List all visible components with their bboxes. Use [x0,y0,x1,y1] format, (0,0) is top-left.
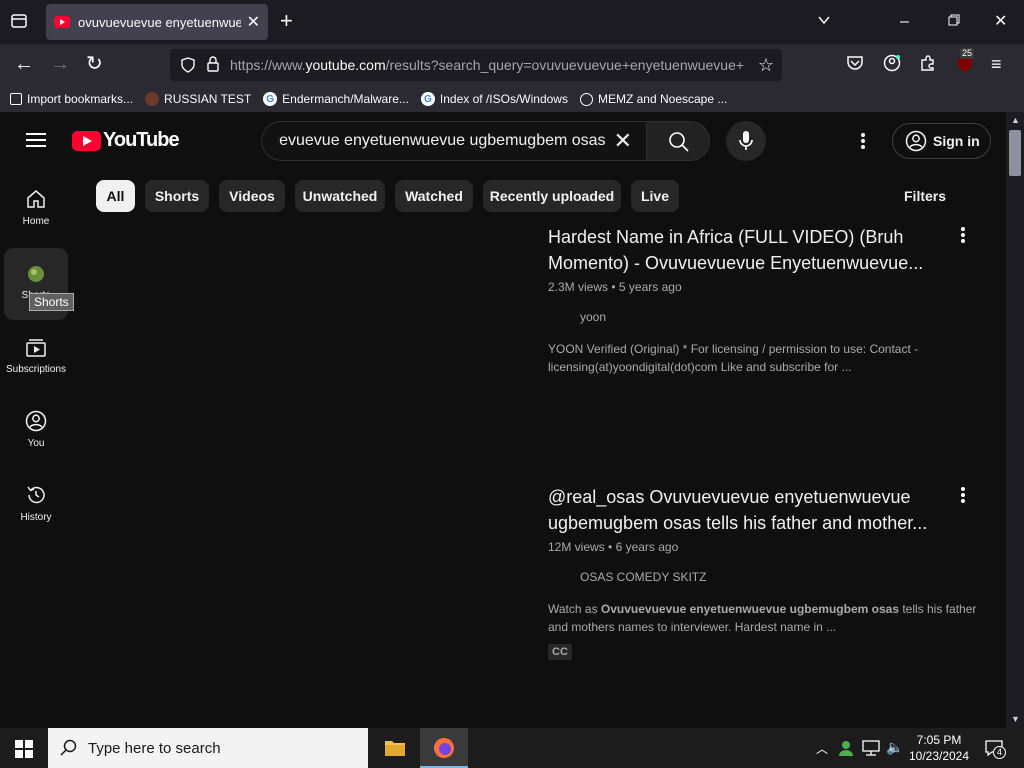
history-icon [27,486,45,504]
scroll-down-arrow-icon[interactable]: ▼ [1011,714,1020,724]
channel-name[interactable]: yoon [548,310,948,324]
youtube-play-icon [72,130,101,151]
taskbar-clock[interactable]: 7:05 PM 10/23/2024 [900,732,978,764]
maximize-icon[interactable] [948,12,960,32]
chip-recently-uploaded[interactable]: Recently uploaded [483,180,621,212]
shorts-icon [28,266,44,282]
video-description: YOON Verified (Original) * For licensing… [548,342,919,374]
firefox-taskbar-button[interactable] [420,728,468,768]
filters-button[interactable]: Filters [904,188,946,204]
chip-watched[interactable]: Watched [395,180,473,212]
youtube-logo[interactable]: YouTube [72,129,180,152]
chip-shorts[interactable]: Shorts [145,180,209,212]
reload-icon[interactable]: ↻ [86,54,103,74]
sidebar-item-you[interactable]: You [4,396,68,468]
hamburger-menu-icon[interactable]: ≡ [991,54,1002,74]
google-icon: G [263,92,278,106]
search-input[interactable]: ovuvuevuevue enyetuenwuevue ugbemugbem o… [261,121,646,161]
voice-search-button[interactable] [726,121,766,161]
user-tray-icon[interactable] [838,739,854,762]
notification-count: 4 [993,746,1006,759]
guide-menu-icon[interactable] [26,132,46,153]
chip-live[interactable]: Live [631,180,679,212]
ublock-extension-icon[interactable]: 25 [955,48,975,80]
address-bar[interactable]: https://www.youtube.com/results?search_q… [170,49,782,81]
firefox-icon [434,738,454,758]
shield-icon[interactable] [180,57,196,76]
browser-tab-bar: ovuvuevuevue enyetuenwuevue ✕ + – ✕ [0,0,1024,44]
clear-search-icon[interactable]: ✕ [614,128,632,154]
more-actions-icon[interactable] [960,226,966,246]
extension-badge: 25 [960,48,975,59]
close-tab-icon[interactable]: ✕ [247,12,260,32]
chevron-down-icon[interactable] [816,12,832,34]
extensions-icon[interactable] [919,54,937,78]
settings-more-icon[interactable] [860,132,866,155]
account-circle-icon [905,130,927,152]
globe-icon [579,92,593,106]
account-icon[interactable] [883,54,901,78]
sign-in-button[interactable]: Sign in [892,123,991,159]
url-text: https://www.youtube.com/results?search_q… [230,57,745,73]
search-icon [60,739,77,756]
video-title[interactable]: @real_osas Ovuvuevuevue enyetuenwuevue u… [548,484,948,536]
network-icon[interactable] [862,740,880,761]
lock-icon[interactable] [206,56,220,75]
sidebar-item-subscriptions[interactable]: Subscriptions [4,322,68,394]
search-icon [669,132,689,152]
taskbar-search-box[interactable]: Type here to search [48,728,368,768]
pocket-icon[interactable] [846,54,864,78]
video-meta: 2.3M views • 5 years ago [548,280,682,294]
file-explorer-icon[interactable] [384,738,406,763]
channel-name[interactable]: OSAS COMEDY SKITZ [548,570,948,584]
bookmarks-bar: Import bookmarks... RUSSIAN TEST G Ender… [0,86,1024,112]
cc-badge: CC [548,644,572,660]
browser-navigation-bar: ← → ↻ https://www.youtube.com/results?se… [0,44,1024,86]
video-result[interactable]: Hardest Name in Africa (FULL VIDEO) (Bru… [548,224,948,376]
forward-icon[interactable]: → [50,54,70,74]
bookmark-import[interactable]: Import bookmarks... [10,92,133,106]
google-icon: G [420,92,435,106]
chip-videos[interactable]: Videos [219,180,285,212]
sidebar-item-home[interactable]: Home [4,174,68,246]
tooltip: Shorts [29,293,74,311]
windows-start-icon[interactable] [15,740,33,763]
bookmark-memz[interactable]: MEMZ and Noescape ... [579,92,727,106]
russian-test-icon [145,92,160,106]
youtube-page: YouTube ovuvuevuevue enyetuenwuevue ugbe… [0,112,1006,728]
tab-title: ovuvuevuevue enyetuenwuevue [78,14,241,30]
bookmark-endermanch[interactable]: G Endermanch/Malware... [263,92,409,106]
subscriptions-icon [26,339,46,357]
microphone-icon [739,131,753,150]
more-actions-icon[interactable] [960,486,966,506]
you-icon [25,410,47,432]
minimize-icon[interactable]: – [900,12,909,32]
chip-unwatched[interactable]: Unwatched [295,180,385,212]
import-icon [10,93,22,105]
scroll-up-arrow-icon[interactable]: ▲ [1011,115,1020,125]
youtube-favicon-icon [54,16,70,28]
tab-youtube-search[interactable]: ovuvuevuevue enyetuenwuevue ✕ [46,4,268,40]
scrollbar-thumb[interactable] [1009,130,1021,176]
close-window-icon[interactable]: ✕ [994,12,1007,32]
video-description: Watch as Ovuvuevuevue enyetuenwuevue ugb… [548,602,977,634]
page-scrollbar[interactable]: ▲ ▼ [1006,112,1024,728]
chip-all[interactable]: All [96,180,135,212]
sidebar-item-history[interactable]: History [4,470,68,542]
search-query-text: ovuvuevuevue enyetuenwuevue ugbemugbem o… [278,132,606,149]
show-hidden-icons-chevron-icon[interactable]: ︿ [816,740,828,757]
bookmark-star-icon[interactable]: ☆ [758,55,774,76]
windows-taskbar: Type here to search ︿ 🔈 7:05 PM 10/23/20… [0,728,1024,768]
video-meta: 12M views • 6 years ago [548,540,679,554]
search-button[interactable] [646,121,710,161]
new-tab-icon[interactable]: + [280,10,293,32]
home-icon [27,190,45,208]
list-all-tabs-icon[interactable] [10,12,28,36]
back-icon[interactable]: ← [14,54,34,74]
notification-center-icon[interactable]: 4 [984,738,1006,763]
video-result[interactable]: @real_osas Ovuvuevuevue enyetuenwuevue u… [548,484,976,660]
bookmark-russian-test[interactable]: RUSSIAN TEST [145,92,251,106]
video-title[interactable]: Hardest Name in Africa (FULL VIDEO) (Bru… [548,224,948,276]
bookmark-index-isos[interactable]: G Index of /ISOs/Windows [420,92,568,106]
